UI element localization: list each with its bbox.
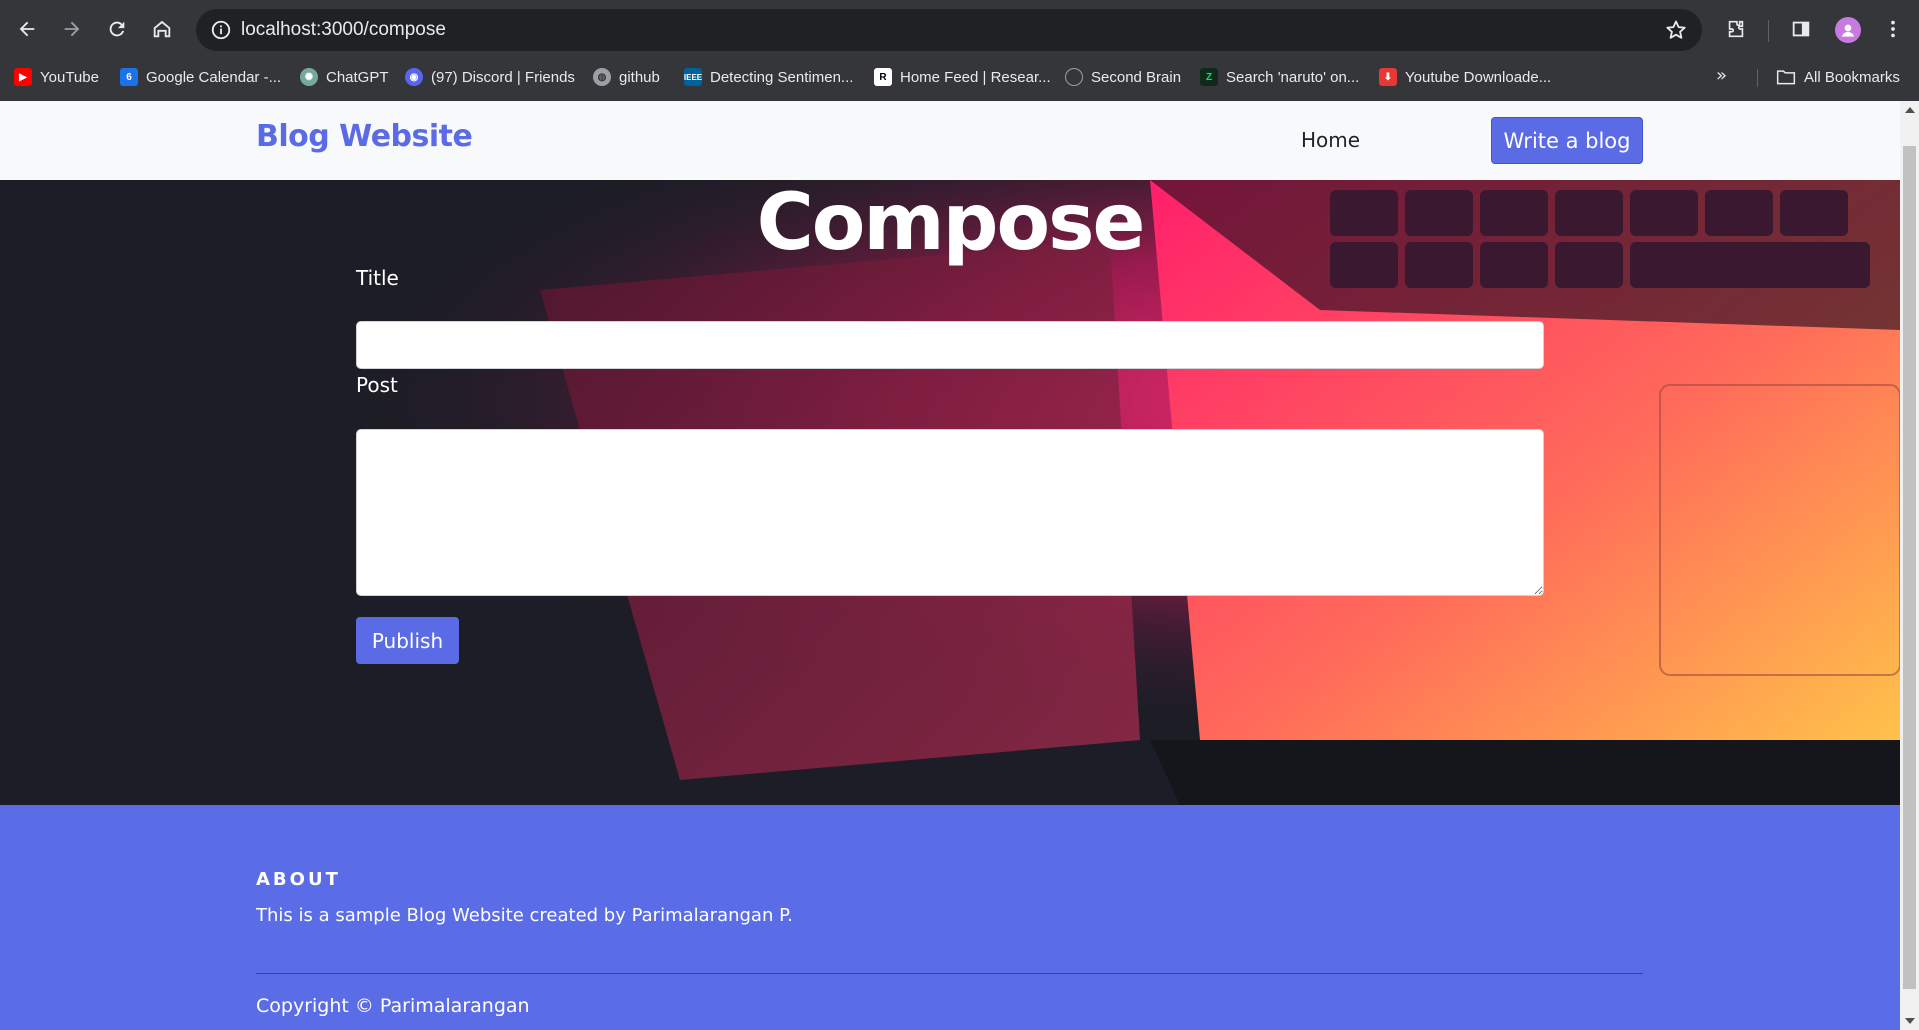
about-text: This is a sample Blog Website created by…: [256, 905, 793, 926]
forward-arrow-icon: [64, 21, 80, 37]
page-heading: Compose: [756, 180, 1146, 268]
globe-icon: ◍: [593, 68, 611, 86]
bookmark-naruto-search[interactable]: Z Search 'naruto' on...: [1200, 61, 1359, 93]
folder-icon: [1776, 70, 1796, 85]
researchgate-icon: R: [874, 68, 892, 86]
profile-icon: [1842, 24, 1854, 37]
chatgpt-icon: ✺: [300, 68, 318, 86]
write-blog-button[interactable]: Write a blog: [1491, 117, 1643, 164]
forward-button[interactable]: [55, 12, 89, 46]
bookmark-label: Detecting Sentimen...: [710, 68, 854, 86]
side-panel-button[interactable]: [1784, 12, 1818, 46]
bookmark-google-calendar[interactable]: 6 Google Calendar -...: [120, 61, 281, 93]
nav-home-link[interactable]: Home: [1301, 128, 1360, 152]
page-scrollbar[interactable]: [1900, 101, 1919, 1030]
profile-avatar[interactable]: [1835, 17, 1861, 43]
bookmark-label: Home Feed | Resear...: [900, 68, 1051, 86]
three-dots-icon: [1891, 20, 1895, 38]
puzzle-icon: [1728, 20, 1744, 38]
address-bar[interactable]: localhost:3000/compose: [196, 9, 1702, 51]
site-info-icon[interactable]: [210, 19, 232, 41]
reload-icon: [109, 21, 125, 37]
bookmark-star-icon[interactable]: [1664, 18, 1688, 42]
bookmark-label: Second Brain: [1091, 68, 1182, 86]
bookmark-researchgate[interactable]: R Home Feed | Resear...: [874, 61, 1051, 93]
brain-icon: [1065, 68, 1083, 86]
home-button[interactable]: [145, 12, 179, 46]
more-bookmarks-chevron-icon[interactable]: »: [1716, 65, 1727, 86]
url-text[interactable]: localhost:3000/compose: [241, 19, 446, 41]
bookmark-github[interactable]: ◍ github: [593, 61, 660, 93]
browser-toolbar: localhost:3000/compose: [0, 0, 1919, 61]
back-button[interactable]: [10, 12, 44, 46]
about-heading: ABOUT: [256, 869, 341, 890]
post-label: Post: [356, 373, 398, 397]
discord-icon: ◉: [405, 68, 423, 86]
copyright-text: Copyright © Parimalarangan: [256, 995, 530, 1017]
all-bookmarks-label: All Bookmarks: [1804, 68, 1900, 86]
bookmark-ieee[interactable]: IEEE Detecting Sentimen...: [684, 61, 853, 93]
youtube-icon: ▶: [14, 68, 32, 86]
bookmark-second-brain[interactable]: Second Brain: [1065, 61, 1181, 93]
site-footer: ABOUT This is a sample Blog Website crea…: [0, 805, 1900, 1030]
bookmark-label: github: [619, 68, 660, 86]
scroll-down-arrow-icon[interactable]: [1905, 1018, 1915, 1024]
bookmark-youtube[interactable]: ▶ YouTube: [14, 61, 99, 93]
bookmark-label: (97) Discord | Friends: [431, 68, 575, 86]
chrome-menu-button[interactable]: [1876, 12, 1910, 46]
bookmark-chatgpt[interactable]: ✺ ChatGPT: [300, 61, 389, 93]
all-bookmarks-folder[interactable]: All Bookmarks: [1776, 61, 1900, 93]
ieee-icon: IEEE: [684, 68, 702, 86]
toolbar-divider: [1768, 20, 1769, 42]
title-label: Title: [356, 266, 399, 290]
bookmark-discord[interactable]: ◉ (97) Discord | Friends: [405, 61, 575, 93]
bookmark-label: YouTube: [40, 68, 99, 86]
compose-hero: Compose Title Post Publish: [0, 180, 1900, 805]
reload-button[interactable]: [100, 12, 134, 46]
scrollbar-thumb[interactable]: [1903, 146, 1916, 989]
post-textarea[interactable]: [356, 429, 1544, 596]
side-panel-icon: [1792, 21, 1810, 37]
bookmark-youtube-downloader[interactable]: ⬇ Youtube Downloade...: [1379, 61, 1551, 93]
scroll-up-arrow-icon[interactable]: [1905, 107, 1915, 113]
page-viewport: Blog Website Home Write a blog Compose T…: [0, 101, 1900, 1030]
home-icon: [153, 20, 171, 38]
bookmark-label: Youtube Downloade...: [1405, 68, 1552, 86]
back-arrow-icon: [19, 21, 35, 37]
footer-divider: [256, 973, 1643, 974]
google-calendar-icon: 6: [120, 68, 138, 86]
bookmark-label: Search 'naruto' on...: [1226, 68, 1360, 86]
bookmark-label: ChatGPT: [326, 68, 389, 86]
brand-logo-text[interactable]: Blog Website: [256, 119, 473, 154]
bookmarks-bar: ▶ YouTube 6 Google Calendar -... ✺ ChatG…: [0, 61, 1919, 101]
site-navbar: Blog Website Home Write a blog: [0, 101, 1900, 180]
z-lightning-icon: Z: [1200, 68, 1218, 86]
bookmark-label: Google Calendar -...: [146, 68, 282, 86]
publish-button[interactable]: Publish: [356, 617, 459, 664]
extensions-button[interactable]: [1719, 12, 1753, 46]
download-icon: ⬇: [1379, 68, 1397, 86]
bookmarks-divider: [1757, 69, 1758, 87]
title-input[interactable]: [356, 321, 1544, 369]
